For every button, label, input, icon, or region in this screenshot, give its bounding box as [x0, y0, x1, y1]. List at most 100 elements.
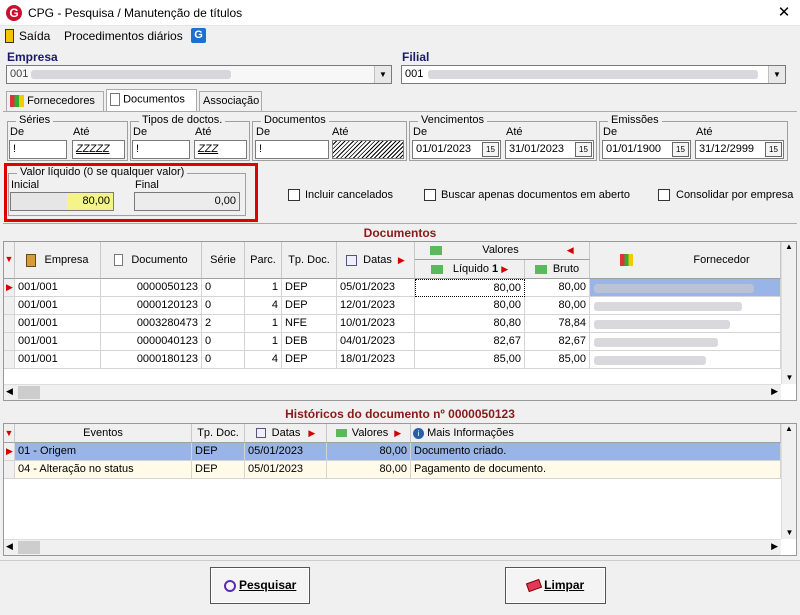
hist-cell-data[interactable]: 05/01/2023 [245, 461, 327, 479]
doc-cell-empresa[interactable]: 001/001 [15, 279, 101, 297]
tab-fornecedores[interactable]: Fornecedores [6, 91, 104, 111]
pesquisar-button[interactable]: Pesquisar [210, 567, 310, 604]
doc-cell-tipo[interactable]: NFE [282, 315, 337, 333]
doc-cell-liquido[interactable]: 85,00 [415, 351, 525, 369]
emissoes-de-input[interactable]: 01/01/1900 15 [602, 140, 691, 159]
hist-cell-tipo[interactable]: DEP [192, 461, 245, 479]
doc-cell-bruto[interactable]: 82,67 [525, 333, 590, 351]
doc-cell-data[interactable]: 12/01/2023 [337, 297, 415, 315]
col-eventos[interactable]: Eventos [15, 424, 192, 443]
hist-cell-tipo[interactable]: DEP [192, 443, 245, 461]
limpar-button[interactable]: Limpar [505, 567, 606, 604]
chevron-down-icon[interactable]: ▼ [768, 66, 785, 83]
calendar-icon[interactable]: 15 [765, 142, 782, 157]
col-hist-datas[interactable]: Datas ▶ [245, 424, 327, 443]
doc-cell-liquido[interactable]: 80,80 [415, 315, 525, 333]
historico-vscrollbar[interactable]: ▲ ▼ [781, 424, 796, 539]
hist-cell-info[interactable]: Documento criado. [411, 443, 781, 461]
col-liquido[interactable]: Líquido 1 ▶ [415, 260, 525, 279]
col-parc[interactable]: Parc. [245, 242, 282, 279]
col-hist-valores[interactable]: Valores ▶ [327, 424, 411, 443]
emissoes-ate-input[interactable]: 31/12/2999 15 [695, 140, 784, 159]
abertos-checkbox[interactable] [424, 189, 436, 201]
col-mais-info[interactable]: i Mais Informações [411, 424, 781, 443]
tipos-de-input[interactable]: ! [132, 140, 190, 159]
hist-cell-evento[interactable]: 01 - Origem [15, 443, 192, 461]
consolidar-checkbox[interactable] [658, 189, 670, 201]
calendar-icon[interactable]: 15 [672, 142, 689, 157]
doc-cell-fornecedor[interactable] [590, 297, 781, 315]
menu-daily-procedures[interactable]: Procedimentos diários [64, 29, 183, 43]
tipos-ate-input[interactable]: ZZZ [194, 140, 247, 159]
doc-cell-documento[interactable]: 0000050123 [101, 279, 202, 297]
doc-cell-fornecedor[interactable] [590, 315, 781, 333]
documentos-vscrollbar[interactable]: ▲ ▼ [781, 242, 796, 384]
valor-inicial-input[interactable]: 80,00 [10, 192, 114, 211]
documentos-ate-input[interactable] [332, 140, 404, 159]
close-button[interactable]: ✕ [772, 2, 796, 24]
col-serie[interactable]: Série [202, 242, 245, 279]
doc-cell-fornecedor[interactable] [590, 351, 781, 369]
doc-cell-liquido[interactable]: 82,67 [415, 333, 525, 351]
hist-cell-evento[interactable]: 04 - Alteração no status [15, 461, 192, 479]
col-tipo[interactable]: Tp. Doc. [282, 242, 337, 279]
doc-cell-documento[interactable]: 0000120123 [101, 297, 202, 315]
hist-cell-valor[interactable]: 80,00 [327, 461, 411, 479]
doc-cell-parc[interactable]: 1 [245, 315, 282, 333]
calendar-icon[interactable]: 15 [482, 142, 499, 157]
col-empresa[interactable]: Empresa [15, 242, 101, 279]
doc-cell-liquido[interactable]: 80,00 [415, 297, 525, 315]
doc-cell-tipo[interactable]: DEP [282, 279, 337, 297]
doc-cell-data[interactable]: 10/01/2023 [337, 315, 415, 333]
doc-cell-empresa[interactable]: 001/001 [15, 351, 101, 369]
tab-associacao[interactable]: Associação [199, 91, 262, 111]
menu-exit[interactable]: Saída [19, 29, 50, 43]
filial-combo[interactable]: 001 ▼ [401, 65, 786, 84]
doc-cell-bruto[interactable]: 80,00 [525, 297, 590, 315]
documentos-de-input[interactable]: ! [255, 140, 329, 159]
documentos-hscrollbar[interactable]: ◀ ▶ [4, 384, 781, 400]
historico-hscrollbar[interactable]: ◀ ▶ [4, 539, 781, 555]
doc-cell-documento[interactable]: 0003280473 [101, 315, 202, 333]
tab-documentos[interactable]: Documentos [106, 89, 197, 112]
doc-cell-data[interactable]: 04/01/2023 [337, 333, 415, 351]
series-ate-input[interactable]: ZZZZZ [72, 140, 125, 159]
doc-cell-parc[interactable]: 1 [245, 279, 282, 297]
doc-cell-tipo[interactable]: DEP [282, 351, 337, 369]
hist-cell-data[interactable]: 05/01/2023 [245, 443, 327, 461]
valor-final-input[interactable]: 0,00 [134, 192, 240, 211]
col-fornecedor[interactable]: Fornecedor [590, 242, 781, 279]
doc-cell-tipo[interactable]: DEP [282, 297, 337, 315]
vencimentos-de-input[interactable]: 01/01/2023 15 [412, 140, 501, 159]
doc-cell-data[interactable]: 18/01/2023 [337, 351, 415, 369]
calendar-icon[interactable]: 15 [575, 142, 592, 157]
doc-cell-data[interactable]: 05/01/2023 [337, 279, 415, 297]
cancelados-checkbox[interactable] [288, 189, 300, 201]
doc-cell-parc[interactable]: 4 [245, 351, 282, 369]
vencimentos-ate-input[interactable]: 31/01/2023 15 [505, 140, 594, 159]
empresa-combo[interactable]: 001 ▼ [6, 65, 392, 84]
col-bruto[interactable]: Bruto [525, 260, 590, 279]
doc-cell-parc[interactable]: 1 [245, 333, 282, 351]
doc-cell-documento[interactable]: 0000040123 [101, 333, 202, 351]
doc-cell-liquido[interactable]: 80,00 [415, 279, 525, 297]
doc-cell-fornecedor[interactable] [590, 279, 781, 297]
series-de-input[interactable]: ! [9, 140, 67, 159]
doc-cell-fornecedor[interactable] [590, 333, 781, 351]
col-documento[interactable]: Documento [101, 242, 202, 279]
doc-cell-empresa[interactable]: 001/001 [15, 333, 101, 351]
col-datas[interactable]: Datas ▶ [337, 242, 415, 279]
doc-cell-serie[interactable]: 2 [202, 315, 245, 333]
doc-cell-empresa[interactable]: 001/001 [15, 315, 101, 333]
doc-cell-bruto[interactable]: 78,84 [525, 315, 590, 333]
col-hist-tipo[interactable]: Tp. Doc. [192, 424, 245, 443]
doc-cell-serie[interactable]: 0 [202, 333, 245, 351]
doc-cell-serie[interactable]: 0 [202, 279, 245, 297]
chevron-down-icon[interactable]: ▼ [374, 66, 391, 83]
doc-cell-serie[interactable]: 0 [202, 351, 245, 369]
hist-cell-info[interactable]: Pagamento de documento. [411, 461, 781, 479]
doc-cell-tipo[interactable]: DEB [282, 333, 337, 351]
hist-cell-valor[interactable]: 80,00 [327, 443, 411, 461]
doc-cell-bruto[interactable]: 80,00 [525, 279, 590, 297]
g-menu-icon[interactable]: G [191, 28, 206, 43]
